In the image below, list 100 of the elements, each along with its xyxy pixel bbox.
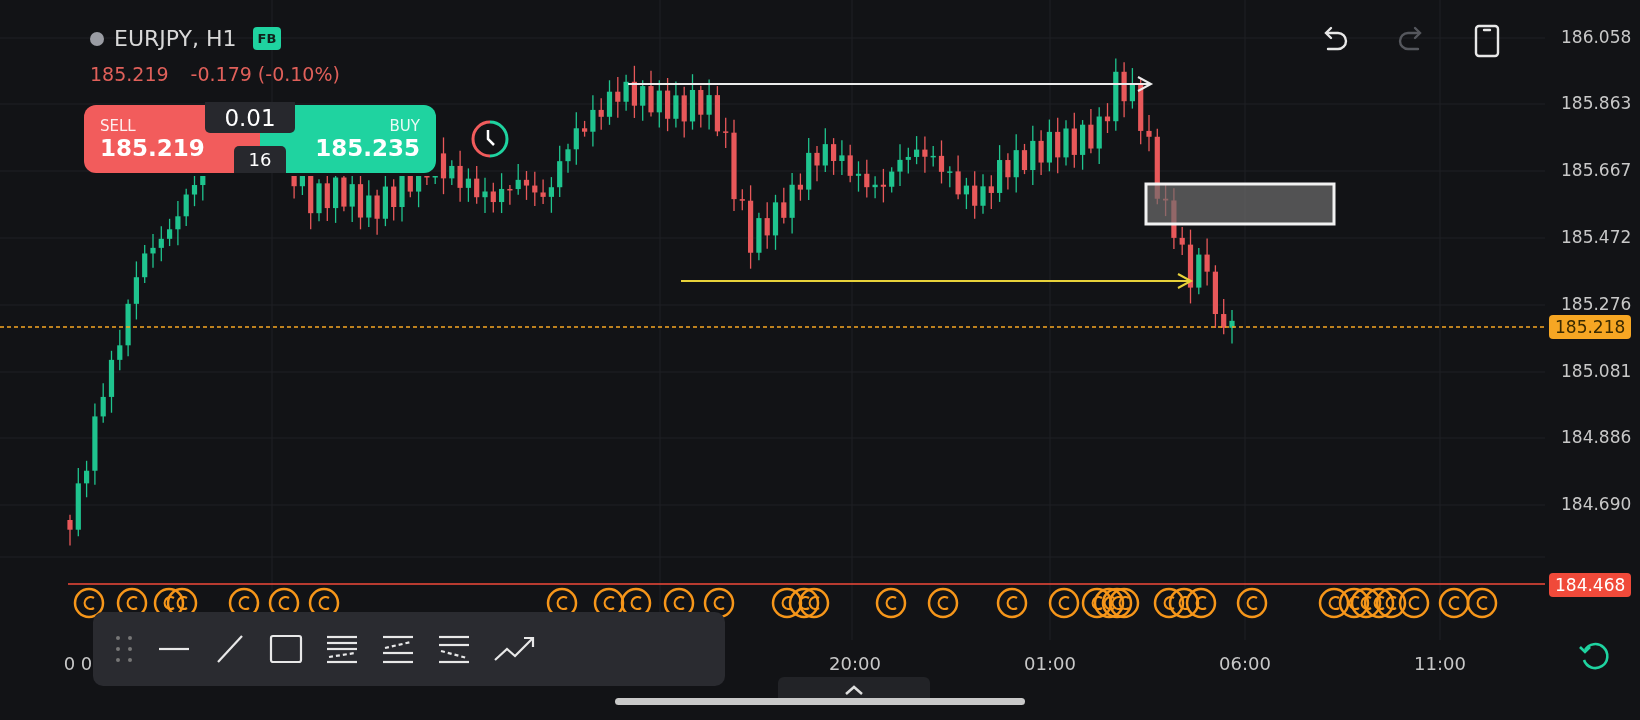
candle	[980, 173, 986, 215]
candle	[175, 200, 181, 246]
candle	[133, 260, 139, 321]
drag-handle-icon[interactable]	[113, 634, 135, 664]
candle	[590, 94, 596, 148]
candle	[158, 225, 164, 262]
candle	[382, 175, 388, 227]
candle	[1204, 237, 1210, 287]
candle	[689, 73, 696, 131]
candle	[200, 175, 206, 202]
candle	[972, 170, 978, 220]
candle	[167, 218, 173, 247]
candle	[142, 244, 148, 284]
candle	[938, 139, 945, 185]
arrow-line[interactable]	[680, 273, 1194, 289]
candle	[955, 154, 961, 200]
candle	[756, 212, 762, 261]
candle	[797, 172, 803, 202]
candle	[84, 460, 90, 498]
candle	[482, 177, 488, 214]
candle	[67, 514, 73, 547]
event-markers-drawing[interactable]	[73, 587, 1498, 619]
candle	[706, 78, 712, 131]
candle	[681, 86, 687, 139]
candle	[963, 177, 969, 210]
symbol-badge: FB	[252, 27, 282, 50]
candle	[341, 175, 347, 212]
candle	[474, 165, 480, 205]
symbol-title: EURJPY, H1	[114, 26, 237, 51]
candle	[889, 166, 895, 194]
low-price-badge: 184.468	[1549, 573, 1632, 597]
candle	[673, 80, 679, 129]
candle	[507, 184, 513, 206]
price-axis-label: 184.690	[1561, 494, 1632, 514]
candle	[1138, 78, 1144, 145]
price-change: -0.179 (-0.10%)	[190, 63, 340, 85]
candle	[465, 167, 471, 203]
candle	[191, 175, 198, 207]
candle	[855, 160, 862, 193]
candle	[299, 175, 305, 196]
candle	[606, 79, 613, 126]
candle	[1212, 264, 1218, 329]
spread-value: 16	[234, 146, 286, 173]
candle	[905, 147, 911, 175]
candle	[490, 182, 496, 214]
candle	[424, 175, 430, 186]
candle	[391, 178, 397, 222]
candle	[125, 298, 131, 357]
candle	[183, 188, 189, 227]
candle	[847, 144, 853, 183]
candle	[1096, 106, 1102, 165]
candle	[291, 175, 297, 200]
candle	[1030, 125, 1036, 186]
candle	[540, 178, 546, 205]
clock-icon[interactable]	[470, 119, 510, 159]
candle	[789, 172, 795, 235]
candle	[1038, 129, 1044, 176]
candle	[457, 150, 463, 203]
candle	[640, 79, 646, 122]
candle	[665, 77, 671, 132]
candle	[648, 70, 654, 118]
candle	[914, 135, 920, 165]
candle	[1046, 118, 1052, 172]
candle	[947, 165, 953, 188]
candle	[366, 179, 372, 228]
candle	[532, 171, 538, 207]
time-axis-label: 11:00	[1414, 653, 1466, 674]
candle	[523, 170, 530, 201]
last-price: 185.219	[90, 63, 169, 85]
candle	[1055, 117, 1061, 174]
candle	[997, 144, 1003, 203]
candle	[822, 127, 828, 173]
price-axis-label: 185.081	[1561, 361, 1632, 381]
candle	[75, 467, 81, 537]
arrow-line[interactable]	[627, 76, 1154, 92]
candle	[1071, 111, 1077, 169]
candle	[1179, 226, 1185, 256]
candle	[357, 175, 364, 230]
rectangle-icon[interactable]	[269, 632, 303, 666]
lot-size-field[interactable]: 0.01	[205, 102, 295, 133]
candle	[631, 65, 637, 119]
candle	[772, 194, 779, 251]
time-axis-label: 0 0	[63, 653, 93, 674]
collapse-tab[interactable]	[778, 677, 930, 699]
candle	[1080, 119, 1086, 171]
candle	[764, 201, 770, 250]
candle	[623, 74, 629, 112]
candle	[698, 85, 704, 129]
candle	[432, 175, 438, 185]
rectangle-shape[interactable]	[1144, 182, 1336, 226]
candle	[723, 117, 729, 149]
candle	[1005, 152, 1011, 191]
candle	[324, 175, 330, 222]
candle	[499, 172, 505, 214]
candle	[515, 163, 521, 196]
candle	[374, 189, 380, 236]
candle	[598, 97, 604, 131]
candle	[557, 145, 563, 198]
candle	[565, 143, 571, 174]
candle	[831, 137, 837, 176]
